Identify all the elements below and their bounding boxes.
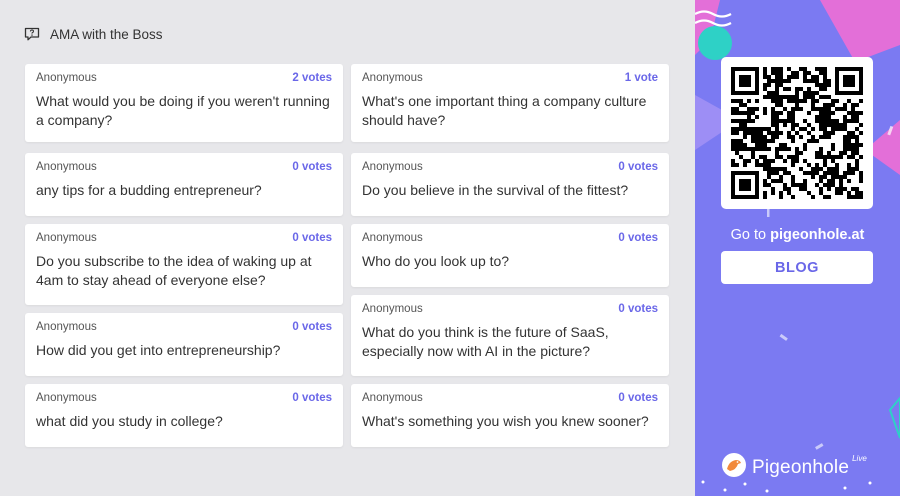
pigeon-icon bbox=[721, 452, 747, 483]
question-text: Who do you look up to? bbox=[362, 253, 510, 269]
question-text: What do you think is the future of SaaS,… bbox=[362, 324, 609, 359]
question-card[interactable]: Anonymous 0 votes What do you think is th… bbox=[351, 295, 669, 376]
brand-name: Pigeonhole bbox=[752, 456, 850, 478]
session-header: AMA with the Boss bbox=[24, 24, 163, 44]
blog-button[interactable]: BLOG bbox=[721, 251, 873, 284]
question-card[interactable]: Anonymous 0 votes How did you get into en… bbox=[25, 313, 343, 376]
question-votes[interactable]: 0 votes bbox=[292, 161, 332, 173]
join-instruction: Go to pigeonhole.at bbox=[695, 227, 900, 243]
question-author: Anonymous bbox=[362, 232, 423, 244]
questions-panel: AMA with the Boss Anonymous 2 votes What … bbox=[0, 0, 695, 496]
question-author: Anonymous bbox=[362, 392, 423, 404]
question-votes[interactable]: 0 votes bbox=[618, 392, 658, 404]
question-author: Anonymous bbox=[36, 321, 97, 333]
goto-prefix: Go to bbox=[730, 227, 767, 243]
question-votes[interactable]: 0 votes bbox=[618, 303, 658, 315]
question-votes[interactable]: 0 votes bbox=[618, 232, 658, 244]
question-card[interactable]: Anonymous 2 votes What would you be doing… bbox=[25, 64, 343, 142]
question-votes[interactable]: 0 votes bbox=[292, 321, 332, 333]
qr-code bbox=[721, 57, 873, 209]
question-bubble-icon bbox=[24, 27, 40, 41]
join-sidebar: Go to pigeonhole.at BLOG Pigeonhole Live bbox=[695, 0, 900, 496]
question-author: Anonymous bbox=[36, 232, 97, 244]
question-votes[interactable]: 1 vote bbox=[625, 72, 658, 84]
question-author: Anonymous bbox=[362, 303, 423, 315]
question-card[interactable]: Anonymous 1 vote What's one important thi… bbox=[351, 64, 669, 142]
question-card[interactable]: Anonymous 0 votes Who do you look up to? bbox=[351, 224, 669, 287]
question-text: How did you get into entrepreneurship? bbox=[36, 342, 281, 358]
question-card[interactable]: Anonymous 0 votes any tips for a budding … bbox=[25, 153, 343, 216]
question-text: any tips for a budding entrepreneur? bbox=[36, 182, 262, 198]
question-author: Anonymous bbox=[36, 72, 97, 84]
question-card[interactable]: Anonymous 0 votes What's something you wi… bbox=[351, 384, 669, 447]
question-text: What would you be doing if you weren't r… bbox=[36, 93, 330, 128]
qr-code-icon bbox=[731, 67, 863, 199]
question-author: Anonymous bbox=[36, 392, 97, 404]
question-card[interactable]: Anonymous 0 votes Do you subscribe to the… bbox=[25, 224, 343, 305]
session-title: AMA with the Boss bbox=[50, 26, 163, 42]
question-votes[interactable]: 0 votes bbox=[292, 392, 332, 404]
question-author: Anonymous bbox=[362, 161, 423, 173]
question-author: Anonymous bbox=[36, 161, 97, 173]
question-card[interactable]: Anonymous 0 votes Do you believe in the s… bbox=[351, 153, 669, 216]
question-text: What's something you wish you knew soone… bbox=[362, 413, 649, 429]
question-text: Do you subscribe to the idea of waking u… bbox=[36, 253, 312, 288]
question-author: Anonymous bbox=[362, 72, 423, 84]
question-text: What's one important thing a company cul… bbox=[362, 93, 647, 128]
question-card[interactable]: Anonymous 0 votes what did you study in c… bbox=[25, 384, 343, 447]
brand-suffix: Live bbox=[852, 454, 867, 463]
goto-domain[interactable]: pigeonhole.at bbox=[770, 227, 864, 243]
question-text: Do you believe in the survival of the fi… bbox=[362, 182, 629, 198]
pigeonhole-logo: Pigeonhole Live bbox=[721, 452, 867, 483]
question-votes[interactable]: 0 votes bbox=[292, 232, 332, 244]
question-votes[interactable]: 0 votes bbox=[618, 161, 658, 173]
question-text: what did you study in college? bbox=[36, 413, 223, 429]
question-votes[interactable]: 2 votes bbox=[292, 72, 332, 84]
